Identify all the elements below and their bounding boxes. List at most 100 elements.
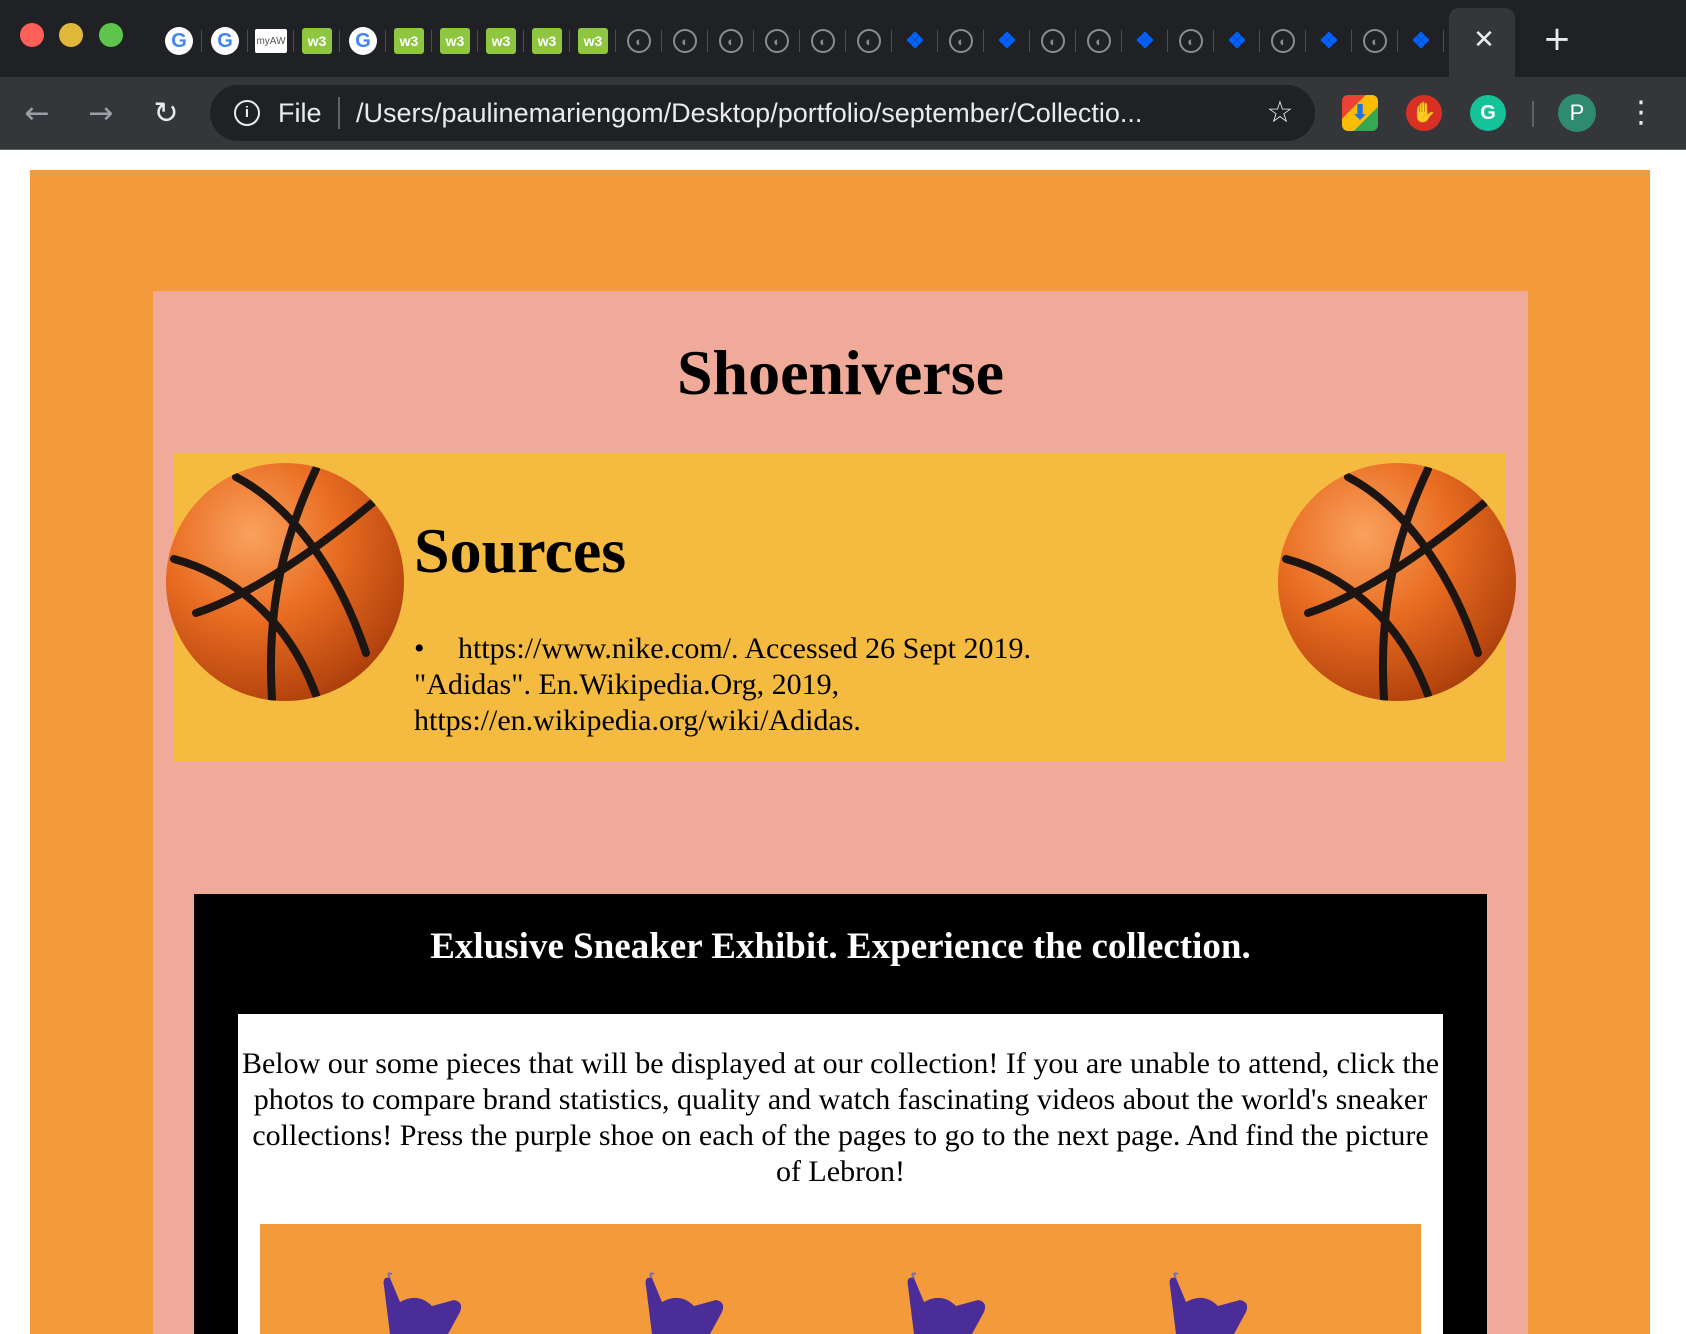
globe-icon: ◐ <box>719 29 743 53</box>
browser-tab[interactable]: myAW <box>248 24 294 58</box>
browser-tab-bar: G GmyAW w3 Gw3 w3 w3 w3 w3 ◐ ◐ ◐ ◐ ◐ ◐ ❖ ◐ ❖ ◐ ◐ ❖ ◐ ❖ ◐ ❖ ◐ ❖ ✕ … <box>0 0 1686 77</box>
browser-tab[interactable]: ◐ <box>616 24 662 58</box>
content-panel: Shoeniverse Sources • https://www.nike.co… <box>153 291 1528 1334</box>
myaw-icon: myAW <box>255 29 287 53</box>
site-title: Shoeniverse <box>676 337 1005 408</box>
exhibit-description: Below our some pieces that will be displ… <box>241 1047 1440 1188</box>
w3schools-icon: w3 <box>532 28 562 54</box>
source-text: https://en.wikipedia.org/wiki/Adidas. <box>414 704 861 737</box>
browser-tab[interactable]: w3 <box>570 24 616 58</box>
w3schools-icon: w3 <box>486 28 516 54</box>
browser-tab[interactable]: w3 <box>432 24 478 58</box>
browser-tab[interactable]: ❖ <box>892 24 938 58</box>
browser-tab[interactable]: ❖ <box>984 24 1030 58</box>
source-text: "Adidas". En.Wikipedia.Org, 2019, <box>414 668 840 701</box>
basketball-image-left <box>166 463 404 701</box>
source-text: https://www.nike.com/. Accessed 26 Sept … <box>458 632 1031 665</box>
purple-shoe-image[interactable] <box>632 1272 728 1334</box>
w3schools-icon: w3 <box>394 28 424 54</box>
google-icon: G <box>349 27 377 55</box>
window-close-button[interactable] <box>20 23 44 47</box>
browser-tab[interactable]: w3 <box>294 24 340 58</box>
info-icon[interactable]: i <box>234 100 260 126</box>
dropbox-icon: ❖ <box>1135 28 1155 53</box>
w3schools-icon: w3 <box>302 28 332 54</box>
address-bar[interactable]: i File /Users/paulinemariengom/Desktop/p… <box>210 85 1315 141</box>
browser-tab[interactable]: ◐ <box>1168 24 1214 58</box>
globe-icon: ◐ <box>673 29 697 53</box>
source-item: • https://www.nike.com/. Accessed 26 Sept… <box>414 631 1114 667</box>
grammarly-extension-icon[interactable]: G <box>1470 95 1506 131</box>
browser-tab[interactable]: ◐ <box>1352 24 1398 58</box>
reload-icon[interactable]: ↻ <box>147 95 185 133</box>
tab-strip: G GmyAW w3 Gw3 w3 w3 w3 w3 ◐ ◐ ◐ ◐ ◐ ◐ ❖ ◐ ❖ ◐ ◐ ❖ ◐ ❖ ◐ ❖ ◐ ❖ <box>156 24 1444 58</box>
browser-tab[interactable]: G <box>156 24 202 58</box>
address-divider <box>338 97 340 129</box>
download-extension-icon[interactable]: ⬇ <box>1342 95 1378 131</box>
browser-tab[interactable]: ◐ <box>1030 24 1076 58</box>
exhibit-section: Exlusive Sneaker Exhibit. Experience the… <box>194 894 1487 1334</box>
bookmark-star-icon[interactable]: ☆ <box>1260 93 1300 133</box>
dropbox-icon: ❖ <box>1227 28 1247 53</box>
back-arrow-icon[interactable]: ← <box>18 95 56 133</box>
dropbox-icon: ❖ <box>1319 28 1339 53</box>
browser-tab[interactable]: ◐ <box>938 24 984 58</box>
globe-icon: ◐ <box>857 29 881 53</box>
browser-tab[interactable]: w3 <box>524 24 570 58</box>
browser-tab[interactable]: ❖ <box>1398 24 1444 58</box>
globe-icon: ◐ <box>1041 29 1065 53</box>
browser-tab[interactable]: ❖ <box>1214 24 1260 58</box>
dropbox-icon: ❖ <box>905 28 925 53</box>
source-item: https://en.wikipedia.org/wiki/Adidas. <box>414 703 1114 739</box>
profile-avatar[interactable]: P <box>1558 94 1596 132</box>
close-tab-icon[interactable]: ✕ <box>1470 24 1498 56</box>
scheme-label: File <box>278 98 322 128</box>
sources-section: Sources • https://www.nike.com/. Accessed… <box>166 453 1516 761</box>
browser-tab[interactable]: ◐ <box>1076 24 1122 58</box>
menu-kebab-icon[interactable]: ⋮ <box>1626 95 1656 131</box>
w3schools-icon: w3 <box>578 28 608 54</box>
browser-tab[interactable]: ◐ <box>846 24 892 58</box>
globe-icon: ◐ <box>1087 29 1111 53</box>
purple-shoe-image[interactable] <box>370 1272 466 1334</box>
list-bullet: • <box>414 632 425 665</box>
w3schools-icon: w3 <box>440 28 470 54</box>
forward-arrow-icon[interactable]: → <box>82 95 120 133</box>
browser-tab[interactable]: ◐ <box>800 24 846 58</box>
exhibit-body: Below our some pieces that will be displ… <box>238 1014 1443 1334</box>
window-minimize-button[interactable] <box>59 23 83 47</box>
google-icon: G <box>211 27 239 55</box>
browser-tab[interactable]: G <box>202 24 248 58</box>
browser-toolbar: ← → ↻ i File /Users/paulinemariengom/Des… <box>0 77 1686 150</box>
browser-tab[interactable]: w3 <box>386 24 432 58</box>
browser-tab[interactable]: ◐ <box>708 24 754 58</box>
globe-icon: ◐ <box>1271 29 1295 53</box>
shoe-gallery <box>260 1224 1421 1334</box>
browser-tab[interactable]: ◐ <box>1260 24 1306 58</box>
browser-tab[interactable]: ❖ <box>1306 24 1352 58</box>
browser-tab[interactable]: w3 <box>478 24 524 58</box>
basketball-image-right <box>1278 463 1516 701</box>
browser-tab[interactable]: ❖ <box>1122 24 1168 58</box>
url-text[interactable]: /Users/paulinemariengom/Desktop/portfoli… <box>356 97 1236 129</box>
page-background: Shoeniverse Sources • https://www.nike.co… <box>30 170 1650 1334</box>
globe-icon: ◐ <box>765 29 789 53</box>
purple-shoe-image[interactable] <box>894 1272 990 1334</box>
globe-icon: ◐ <box>1363 29 1387 53</box>
google-icon: G <box>165 27 193 55</box>
adblock-extension-icon[interactable]: ✋ <box>1406 95 1442 131</box>
sources-heading: Sources <box>414 515 627 586</box>
browser-tab[interactable]: ◐ <box>754 24 800 58</box>
window-zoom-button[interactable] <box>99 23 123 47</box>
globe-icon: ◐ <box>627 29 651 53</box>
globe-icon: ◐ <box>811 29 835 53</box>
new-tab-button[interactable]: + <box>1540 22 1574 56</box>
sources-list: • https://www.nike.com/. Accessed 26 Sept… <box>414 631 1114 739</box>
globe-icon: ◐ <box>949 29 973 53</box>
browser-tab[interactable]: ◐ <box>662 24 708 58</box>
globe-icon: ◐ <box>1179 29 1203 53</box>
exhibit-heading: Exlusive Sneaker Exhibit. Experience the… <box>430 926 1251 967</box>
toolbar-divider <box>1532 101 1534 127</box>
purple-shoe-image[interactable] <box>1156 1272 1252 1334</box>
browser-tab[interactable]: G <box>340 24 386 58</box>
